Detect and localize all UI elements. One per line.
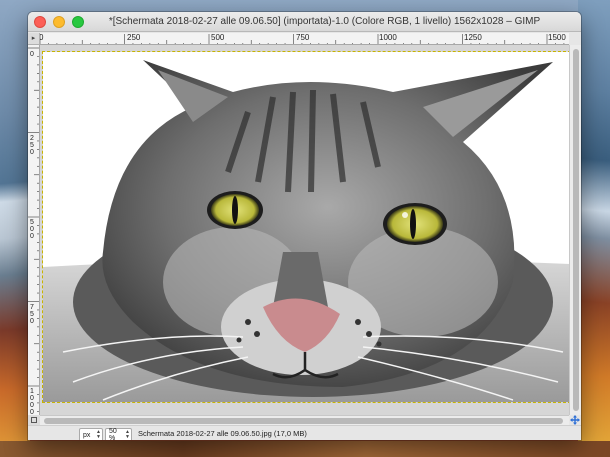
hruler-label: 750: [296, 33, 310, 42]
close-button[interactable]: [34, 16, 46, 28]
hruler-label: 1250: [464, 33, 482, 42]
hruler-label: 1500: [548, 33, 566, 42]
spinner-arrows-icon: ▲ ▼: [96, 429, 101, 440]
navigate-button[interactable]: [569, 415, 581, 425]
horizontal-ruler[interactable]: 0 250 500 750 1000 1250 1500: [40, 33, 569, 45]
move-cross-icon: [570, 415, 580, 425]
menu-arrow-icon: ▸: [31, 35, 36, 42]
gimp-image-window: *[Schermata 2018-02-27 alle 09.06.50] (i…: [28, 12, 581, 440]
window-title: *[Schermata 2018-02-27 alle 09.06.50] (i…: [108, 16, 541, 27]
vertical-scroll-thumb[interactable]: [573, 49, 579, 411]
vertical-ruler[interactable]: 0 250 500 750 1000: [28, 45, 40, 415]
horizontal-scrollbar[interactable]: [40, 415, 569, 425]
vertical-scrollbar[interactable]: [569, 45, 581, 415]
vruler-label: 750: [30, 304, 34, 325]
canvas-area[interactable]: [40, 45, 571, 415]
vruler-label: 1000: [30, 388, 34, 415]
desktop-wallpaper-left: [0, 0, 30, 457]
quick-mask-icon: [31, 417, 37, 423]
desktop-wallpaper-right: [578, 0, 610, 457]
ruler-menu-button[interactable]: ▸: [28, 33, 40, 45]
unit-value: px: [83, 431, 91, 439]
horizontal-scroll-thumb[interactable]: [44, 418, 563, 424]
title-bar[interactable]: *[Schermata 2018-02-27 alle 09.06.50] (i…: [28, 12, 581, 32]
zoom-value: 50 %: [109, 428, 117, 440]
zoom-button[interactable]: [72, 16, 84, 28]
quick-mask-toggle[interactable]: [28, 415, 40, 425]
cat-photo: [43, 52, 570, 402]
unit-selector[interactable]: px ▲ ▼: [79, 428, 103, 440]
vruler-label: 0: [30, 51, 34, 58]
window-controls: [34, 16, 84, 28]
vruler-label: 250: [30, 135, 34, 156]
zoom-selector[interactable]: 50 % ▲ ▼: [105, 428, 132, 440]
spinner-arrows-icon: ▲ ▼: [125, 429, 130, 440]
image-canvas[interactable]: [42, 51, 571, 403]
status-info: Schermata 2018-02-27 alle 09.06.50.jpg (…: [138, 429, 307, 438]
hruler-label: 500: [211, 33, 225, 42]
desktop-wallpaper-bottom: [0, 441, 610, 457]
hruler-label: 1000: [379, 33, 397, 42]
hruler-label: 0: [40, 33, 43, 42]
minimize-button[interactable]: [53, 16, 65, 28]
vruler-label: 500: [30, 219, 34, 240]
hruler-label: 250: [127, 33, 141, 42]
status-bar: px ▲ ▼ 50 % ▲ ▼ Schermata 2018-02-27 alle …: [28, 425, 581, 440]
